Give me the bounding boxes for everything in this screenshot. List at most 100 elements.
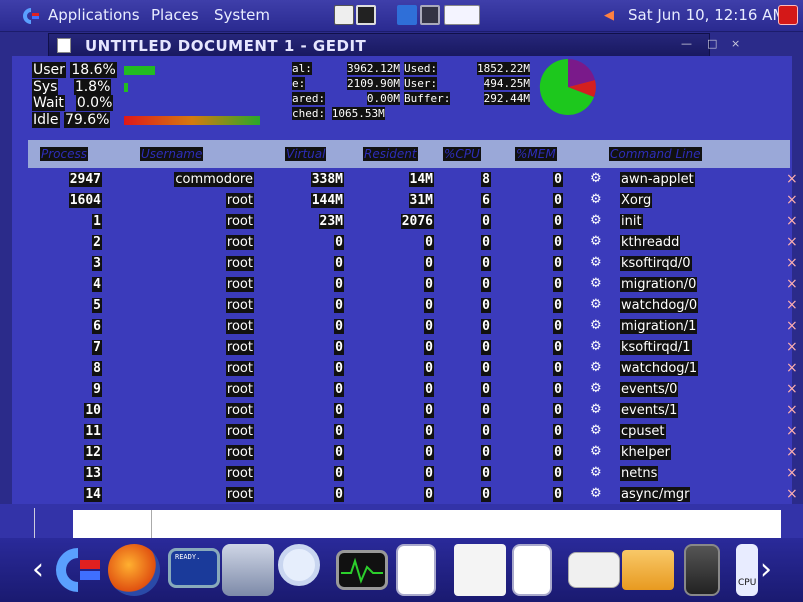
- process-action-icon[interactable]: ⚙: [590, 423, 606, 439]
- col-mem[interactable]: %MEM: [515, 147, 557, 161]
- kill-process-icon[interactable]: ×: [786, 360, 798, 376]
- maximize-button[interactable]: □: [707, 37, 717, 50]
- table-row[interactable]: 9 root 0 0 0 0 ⚙ events/0 ×: [28, 380, 798, 401]
- minimize-button[interactable]: —: [681, 37, 692, 50]
- clock[interactable]: Sat Jun 10, 12:16 AM: [628, 6, 785, 24]
- cell-cmd: ksoftirqd/0: [620, 256, 692, 271]
- kill-process-icon[interactable]: ×: [786, 339, 798, 355]
- kill-process-icon[interactable]: ×: [786, 486, 798, 502]
- process-action-icon[interactable]: ⚙: [590, 381, 606, 397]
- table-row[interactable]: 1 root 23M 2076 0 0 ⚙ init ×: [28, 212, 798, 233]
- kill-process-icon[interactable]: ×: [786, 234, 798, 250]
- process-action-icon[interactable]: ⚙: [590, 234, 606, 250]
- col-resident[interactable]: Resident: [363, 147, 418, 161]
- firefox-icon[interactable]: [108, 544, 160, 596]
- text-editor-icon[interactable]: [454, 544, 506, 596]
- table-row[interactable]: 13 root 0 0 0 0 ⚙ netns ×: [28, 464, 798, 485]
- help-icon[interactable]: [334, 5, 354, 25]
- process-action-icon[interactable]: ⚙: [590, 486, 606, 502]
- table-row[interactable]: 7 root 0 0 0 0 ⚙ ksoftirqd/1 ×: [28, 338, 798, 359]
- dock-scroll-left-icon[interactable]: ‹: [32, 552, 44, 587]
- col-cpu[interactable]: %CPU: [443, 147, 481, 161]
- cell-mem: 0: [553, 340, 563, 355]
- shutdown-icon[interactable]: [778, 5, 798, 25]
- table-row[interactable]: 10 root 0 0 0 0 ⚙ events/1 ×: [28, 401, 798, 422]
- table-row[interactable]: 4 root 0 0 0 0 ⚙ migration/0 ×: [28, 275, 798, 296]
- table-row[interactable]: 5 root 0 0 0 0 ⚙ watchdog/0 ×: [28, 296, 798, 317]
- process-action-icon[interactable]: ⚙: [590, 318, 606, 334]
- commodore-logo-icon[interactable]: [52, 544, 104, 596]
- kill-process-icon[interactable]: ×: [786, 192, 798, 208]
- cell-cmd: ksoftirqd/1: [620, 340, 692, 355]
- process-action-icon[interactable]: ⚙: [590, 255, 606, 271]
- table-row[interactable]: 6 root 0 0 0 0 ⚙ migration/1 ×: [28, 317, 798, 338]
- close-window-button[interactable]: ×: [731, 37, 740, 50]
- process-action-icon[interactable]: ⚙: [590, 360, 606, 376]
- process-action-icon[interactable]: ⚙: [590, 465, 606, 481]
- col-username[interactable]: Username: [140, 147, 204, 161]
- folder-icon[interactable]: [622, 550, 674, 590]
- system-settings-icon[interactable]: [222, 544, 274, 596]
- system-monitor-icon[interactable]: [336, 550, 388, 590]
- kill-process-icon[interactable]: ×: [786, 276, 798, 292]
- cell-virt: 0: [334, 424, 344, 439]
- kill-process-icon[interactable]: ×: [786, 213, 798, 229]
- terminal-icon[interactable]: [420, 5, 440, 25]
- text-area-right[interactable]: [151, 510, 781, 538]
- speaker-icon[interactable]: [684, 544, 720, 596]
- text-area-left[interactable]: [73, 510, 151, 538]
- kill-process-icon[interactable]: ×: [786, 255, 798, 271]
- kill-process-icon[interactable]: ×: [786, 444, 798, 460]
- table-row[interactable]: 2947 commodore 338M 14M 8 0 ⚙ awn-applet ×: [28, 170, 798, 191]
- cell-virt: 0: [334, 487, 344, 502]
- table-row[interactable]: 14 root 0 0 0 0 ⚙ async/mgr ×: [28, 485, 798, 506]
- monitor-icon[interactable]: [356, 5, 376, 25]
- kill-process-icon[interactable]: ×: [786, 402, 798, 418]
- cpu-wait-label: Wait: [32, 95, 65, 111]
- cell-virt: 0: [334, 382, 344, 397]
- col-command-line[interactable]: Command Line: [609, 147, 702, 161]
- volume-icon[interactable]: ◀: [604, 8, 614, 23]
- kill-process-icon[interactable]: ×: [786, 318, 798, 334]
- kill-process-icon[interactable]: ×: [786, 171, 798, 187]
- document-viewer-icon[interactable]: [396, 544, 436, 596]
- kill-process-icon[interactable]: ×: [786, 297, 798, 313]
- cpu-icon[interactable]: CPU: [736, 544, 758, 596]
- kill-process-icon[interactable]: ×: [786, 465, 798, 481]
- col-process[interactable]: Process: [40, 147, 88, 161]
- cell-cpu: 0: [481, 403, 491, 418]
- cell-pid: 2947: [68, 172, 102, 187]
- table-row[interactable]: 1604 root 144M 31M 6 0 ⚙ Xorg ×: [28, 191, 798, 212]
- commodore-logo-icon[interactable]: [22, 7, 40, 25]
- process-action-icon[interactable]: ⚙: [590, 402, 606, 418]
- mail-lock-icon[interactable]: [568, 552, 620, 588]
- table-row[interactable]: 2 root 0 0 0 0 ⚙ kthreadd ×: [28, 233, 798, 254]
- window-icon[interactable]: [444, 5, 480, 25]
- process-action-icon[interactable]: ⚙: [590, 192, 606, 208]
- pen-icon[interactable]: [397, 5, 417, 25]
- cell-virt: 0: [334, 298, 344, 313]
- dock-scroll-right-icon[interactable]: ›: [760, 552, 772, 587]
- process-action-icon[interactable]: ⚙: [590, 444, 606, 460]
- cell-mem: 0: [553, 466, 563, 481]
- places-menu[interactable]: Places: [151, 6, 199, 24]
- col-virtual[interactable]: Virtual: [285, 147, 327, 161]
- process-action-icon[interactable]: ⚙: [590, 339, 606, 355]
- terminal-ready-icon[interactable]: READY.: [168, 548, 220, 588]
- table-row[interactable]: 12 root 0 0 0 0 ⚙ khelper ×: [28, 443, 798, 464]
- process-action-icon[interactable]: ⚙: [590, 276, 606, 292]
- table-row[interactable]: 11 root 0 0 0 0 ⚙ cpuset ×: [28, 422, 798, 443]
- applications-menu[interactable]: Applications: [48, 6, 140, 24]
- cell-pid: 13: [84, 466, 102, 481]
- gedit-title-bar[interactable]: UNTITLED DOCUMENT 1 - GEDIT — □ ×: [48, 33, 740, 57]
- system-menu[interactable]: System: [214, 6, 270, 24]
- document-icon[interactable]: [512, 544, 552, 596]
- table-row[interactable]: 3 root 0 0 0 0 ⚙ ksoftirqd/0 ×: [28, 254, 798, 275]
- process-action-icon[interactable]: ⚙: [590, 213, 606, 229]
- search-icon[interactable]: [278, 544, 320, 586]
- kill-process-icon[interactable]: ×: [786, 381, 798, 397]
- table-row[interactable]: 8 root 0 0 0 0 ⚙ watchdog/1 ×: [28, 359, 798, 380]
- process-action-icon[interactable]: ⚙: [590, 297, 606, 313]
- kill-process-icon[interactable]: ×: [786, 423, 798, 439]
- process-action-icon[interactable]: ⚙: [590, 171, 606, 187]
